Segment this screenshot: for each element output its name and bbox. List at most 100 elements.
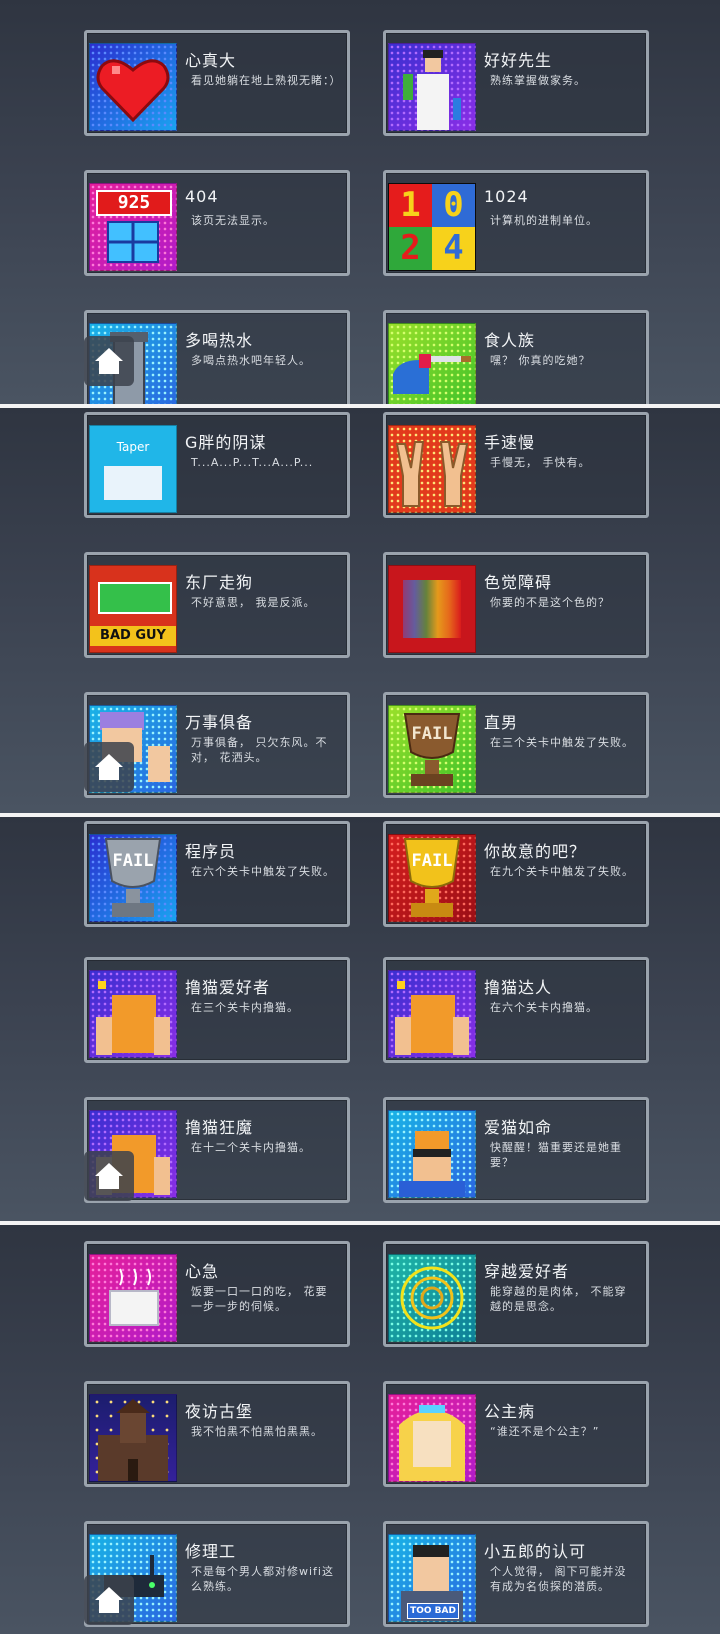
too-bad-label: TOO BAD (407, 1603, 459, 1619)
achievement-card[interactable]: 食人族 嘿？ 你真的吃她？ (383, 310, 649, 404)
achievement-card[interactable]: FAIL 你故意的吧？ 在九个关卡中触发了失败。 (383, 821, 649, 927)
achievement-description: 看见她躺在地上熟视无睹：） (191, 74, 342, 87)
achievement-screen-3: FAIL 程序员 在六个关卡中触发了失败。 FAIL 你故意的吧？ 在九个关卡中… (0, 817, 720, 1221)
achievement-title: 程序员 (185, 842, 237, 861)
home-button[interactable] (84, 1575, 134, 1625)
cat-pet-icon (388, 970, 476, 1058)
fail-label: FAIL (411, 851, 453, 871)
achievement-card[interactable]: 好好先生 熟练掌握做家务。 (383, 30, 649, 136)
achievement-title: 心真大 (185, 51, 237, 70)
heart-icon (89, 43, 177, 131)
achievement-title: 404 (185, 187, 219, 206)
achievement-description: 你要的不是这个色的？ (490, 596, 610, 609)
achievement-description: T...A...P...T...A...P... (191, 456, 314, 469)
achievement-card[interactable]: 925 404 该页无法显示。 (84, 170, 350, 276)
achievement-card[interactable]: FAIL 程序员 在六个关卡中触发了失败。 (84, 821, 350, 927)
achievement-card[interactable]: TOO BAD 小五郎的认可 个人觉得， 阁下可能并没有成为名侦探的潜质。 (383, 1521, 649, 1627)
achievement-card[interactable]: BAD GUY 东厂走狗 不好意思， 我是反派。 (84, 552, 350, 658)
achievement-title: 直男 (484, 713, 519, 732)
achievement-description: “谁还不是个公主？” (490, 1425, 600, 1438)
achievement-card[interactable]: 爱猫如命 快醒醒！猫重要还是她重要？ (383, 1097, 649, 1203)
achievement-card[interactable]: 手速慢 手慢无， 手快有。 (383, 412, 649, 518)
achievement-screen-2: Taper G胖的阴谋 T...A...P...T...A...P... 手速慢… (0, 408, 720, 813)
achievement-description: 能穿越的是肉体， 不能穿越的是思念。 (490, 1285, 627, 1313)
achievement-card[interactable]: 公主病 “谁还不是个公主？” (383, 1381, 649, 1487)
achievement-card[interactable]: 穿越爱好者 能穿越的是肉体， 不能穿越的是思念。 (383, 1241, 649, 1347)
home-icon (95, 754, 123, 780)
achievement-description: 该页无法显示。 (191, 214, 275, 227)
bad-guy-label: BAD GUY (90, 626, 176, 646)
achievement-title: G胖的阴谋 (185, 433, 267, 452)
achievement-card[interactable]: 撸猫达人 在六个关卡内撸猫。 (383, 957, 649, 1063)
taper-label: Taper (116, 440, 150, 454)
achievement-description: 在六个关卡中触发了失败。 (191, 865, 335, 878)
achievement-title: 你故意的吧？ (484, 842, 587, 861)
achievement-title: 手速慢 (484, 433, 536, 452)
achievement-description: 在十二个关卡内撸猫。 (191, 1141, 311, 1154)
color-blind-icon (388, 565, 476, 653)
home-button[interactable] (84, 1151, 134, 1201)
achievement-title: 多喝热水 (185, 331, 254, 350)
achievement-description: 在九个关卡中触发了失败。 (490, 865, 634, 878)
achievement-title: 食人族 (484, 331, 536, 350)
achievement-description: 个人觉得， 阁下可能并没有成为名侦探的潜质。 (490, 1565, 627, 1593)
princess-icon (388, 1394, 476, 1482)
achievement-card[interactable]: FAIL 直男 在三个关卡中触发了失败。 (383, 692, 649, 798)
achievement-card[interactable]: 心真大 看见她躺在地上熟视无睹：） (84, 30, 350, 136)
achievement-description: 不好意思， 我是反派。 (191, 596, 316, 609)
1024-blocks-icon: 1 0 2 4 (388, 183, 476, 271)
home-icon (95, 1587, 123, 1613)
achievement-title: 撸猫爱好者 (185, 978, 271, 997)
achievement-description: 不是每个男人都对修wifi这么熟练。 (191, 1565, 334, 1593)
cat-pet-icon (89, 970, 177, 1058)
bad-guy-icon: BAD GUY (89, 565, 177, 653)
fail-trophy-silver-icon: FAIL (89, 834, 177, 922)
achievement-title: 小五郎的认可 (484, 1542, 587, 1561)
achievement-description: 我不怕黑不怕黑怕黑黑。 (191, 1425, 323, 1438)
achievement-description: 嘿？ 你真的吃她？ (490, 354, 591, 367)
achievement-card[interactable]: 色觉障碍 你要的不是这个色的？ (383, 552, 649, 658)
tofu-icon (89, 1254, 177, 1342)
achievement-description: 万事俱备， 只欠东风。不对， 花洒头。 (191, 736, 328, 764)
gift-404-icon: 925 (89, 183, 177, 271)
achievement-title: 东厂走狗 (185, 573, 254, 592)
achievement-description: 手慢无， 手快有。 (490, 456, 591, 469)
achievement-card[interactable]: Taper G胖的阴谋 T...A...P...T...A...P... (84, 412, 350, 518)
home-icon (95, 348, 123, 374)
achievement-description: 在六个关卡内撸猫。 (490, 1001, 598, 1014)
achievement-title: 穿越爱好者 (484, 1262, 570, 1281)
achievement-description: 饭要一口一口的吃， 花要一步一步的伺候。 (191, 1285, 328, 1313)
home-button[interactable] (84, 742, 134, 792)
achievement-description: 计算机的进制单位。 (490, 214, 598, 227)
castle-icon (89, 1394, 177, 1482)
achievement-title: 夜访古堡 (185, 1402, 254, 1421)
achievement-description: 在三个关卡内撸猫。 (191, 1001, 299, 1014)
fail-trophy-bronze-icon: FAIL (388, 705, 476, 793)
housework-man-icon (388, 43, 476, 131)
fail-label: FAIL (411, 724, 453, 744)
achievement-title: 心急 (185, 1262, 220, 1281)
achievement-title: 爱猫如命 (484, 1118, 553, 1137)
achievement-title: 修理工 (185, 1542, 237, 1561)
achievement-description: 快醒醒！猫重要还是她重要？ (490, 1141, 622, 1169)
achievement-title: 公主病 (484, 1402, 536, 1421)
achievement-description: 熟练掌握做家务。 (490, 74, 586, 87)
achievement-title: 万事俱备 (185, 713, 254, 732)
achievement-title: 色觉障碍 (484, 573, 553, 592)
portal-icon (388, 1254, 476, 1342)
cat-on-head-icon (388, 1110, 476, 1198)
fail-label: FAIL (112, 851, 154, 871)
detective-icon: TOO BAD (388, 1534, 476, 1622)
home-icon (95, 1163, 123, 1189)
home-button[interactable] (84, 336, 134, 386)
achievement-screen-4: 心急 饭要一口一口的吃， 花要一步一步的伺候。 穿越爱好者 能穿越的是肉体， 不… (0, 1225, 720, 1634)
knife-icon (388, 323, 476, 404)
fail-trophy-gold-icon: FAIL (388, 834, 476, 922)
achievement-card[interactable]: 撸猫爱好者 在三个关卡内撸猫。 (84, 957, 350, 1063)
achievement-title: 好好先生 (484, 51, 553, 70)
achievement-card[interactable]: 心急 饭要一口一口的吃， 花要一步一步的伺候。 (84, 1241, 350, 1347)
achievement-title: 撸猫达人 (484, 978, 553, 997)
achievement-card[interactable]: 1 0 2 4 1024 计算机的进制单位。 (383, 170, 649, 276)
achievement-card[interactable]: 夜访古堡 我不怕黑不怕黑怕黑黑。 (84, 1381, 350, 1487)
achievement-description: 在三个关卡中触发了失败。 (490, 736, 634, 749)
